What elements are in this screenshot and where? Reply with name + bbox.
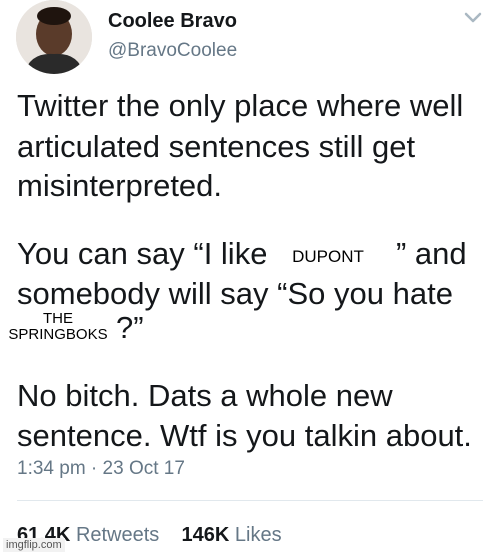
tweet-text-line: No bitch. Dats a whole new [17,378,393,413]
team-name-overlay-2: THE SPRINGBOKS [0,307,116,351]
likes-count[interactable]: 146K [182,524,230,546]
overlay-line: SPRINGBOKS [8,326,108,343]
display-name[interactable]: Coolee Bravo [108,10,237,33]
overlay-line: THE [43,310,73,327]
tweet-timestamp[interactable]: 1:34 pm · 23 Oct 17 [17,458,185,480]
user-handle[interactable]: @BravoCoolee [108,40,237,62]
team-name-overlay: DUPONT [266,244,390,270]
tweet-text-line: ?” [116,310,144,345]
chevron-down-icon[interactable] [464,12,482,24]
tweet-text-line: misinterpreted. [17,168,223,203]
tweet-text-line: You can say “I like [17,236,268,271]
tweet-text-line: ” and [396,236,467,271]
likes-label[interactable]: Likes [235,524,282,546]
retweets-label[interactable]: Retweets [76,524,159,546]
tweet-text-line: articulated sentences still get [17,129,416,164]
divider [17,500,483,501]
avatar[interactable] [16,0,92,74]
tweet-text-line: sentence. Wtf is you talkin about. [17,418,472,453]
avatar-image [16,0,92,74]
tweet-text-line: Twitter the only place where well [17,88,464,123]
watermark: imgflip.com [3,538,65,552]
